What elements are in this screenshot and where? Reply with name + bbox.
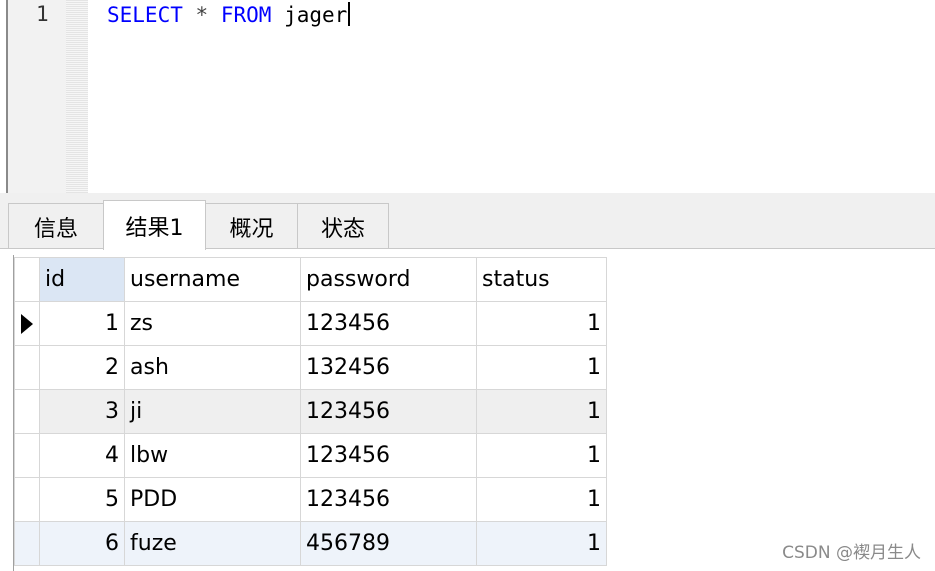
column-header-status[interactable]: status [476,257,607,302]
header-row: id username password status [14,257,607,302]
cell-id[interactable]: 3 [39,389,125,434]
cell-username[interactable]: PDD [124,477,301,522]
cell-id[interactable]: 6 [39,521,125,566]
row-indicator[interactable] [14,389,40,434]
cell-id[interactable]: 1 [39,301,125,346]
cell-id[interactable]: 5 [39,477,125,522]
row-indicator[interactable] [14,345,40,390]
row-indicator[interactable] [14,477,40,522]
cell-username[interactable]: zs [124,301,301,346]
table-row[interactable]: 2 ash 132456 1 [14,345,607,390]
cell-password[interactable]: 132456 [300,345,477,390]
cell-username[interactable]: ji [124,389,301,434]
line-gutter: 1 [8,0,88,193]
cell-status[interactable]: 1 [476,521,607,566]
cell-username[interactable]: fuze [124,521,301,566]
row-indicator-header [14,257,40,302]
cell-password[interactable]: 123456 [300,301,477,346]
cell-password[interactable]: 123456 [300,389,477,434]
tab-status[interactable]: 状态 [297,203,389,249]
tab-overview[interactable]: 概况 [205,203,298,249]
table-row[interactable]: 5 PDD 123456 1 [14,477,607,522]
column-header-username[interactable]: username [124,257,301,302]
column-header-id[interactable]: id [39,257,125,302]
watermark: CSDN @褉月生人 [782,543,921,563]
tab-result1[interactable]: 结果1 [103,200,206,250]
cell-username[interactable]: ash [124,345,301,390]
fold-margin [66,0,88,193]
result-grid-area: id username password status 1 zs 123456 … [0,249,935,571]
cell-password[interactable]: 123456 [300,433,477,478]
sql-editor[interactable]: 1 SELECT * FROM jager [0,0,935,193]
table-row[interactable]: 6 fuze 456789 1 [14,521,607,566]
row-indicator[interactable] [14,433,40,478]
row-indicator[interactable] [14,301,40,346]
row-indicator[interactable] [14,521,40,566]
cell-password[interactable]: 456789 [300,521,477,566]
cell-status[interactable]: 1 [476,477,607,522]
cell-status[interactable]: 1 [476,345,607,390]
table-row[interactable]: 1 zs 123456 1 [14,301,607,346]
table-row[interactable]: 4 lbw 123456 1 [14,433,607,478]
cell-status[interactable]: 1 [476,433,607,478]
keyword-select: SELECT [107,3,183,27]
star-operator: * [195,3,209,27]
code-line[interactable]: SELECT * FROM jager [107,2,351,27]
cell-id[interactable]: 2 [39,345,125,390]
cell-status[interactable]: 1 [476,389,607,434]
keyword-from: FROM [220,3,272,27]
table-row[interactable]: 3 ji 123456 1 [14,389,607,434]
cell-username[interactable]: lbw [124,433,301,478]
tab-info[interactable]: 信息 [8,203,104,249]
line-number: 1 [36,2,49,26]
result-grid: id username password status 1 zs 123456 … [14,257,607,566]
current-row-arrow-icon [21,314,33,334]
column-header-password[interactable]: password [300,257,477,302]
table-identifier: jager [284,3,348,27]
result-tab-bar: 信息 结果1 概况 状态 [0,193,935,250]
cell-status[interactable]: 1 [476,301,607,346]
text-caret [348,2,351,26]
cell-password[interactable]: 123456 [300,477,477,522]
cell-id[interactable]: 4 [39,433,125,478]
